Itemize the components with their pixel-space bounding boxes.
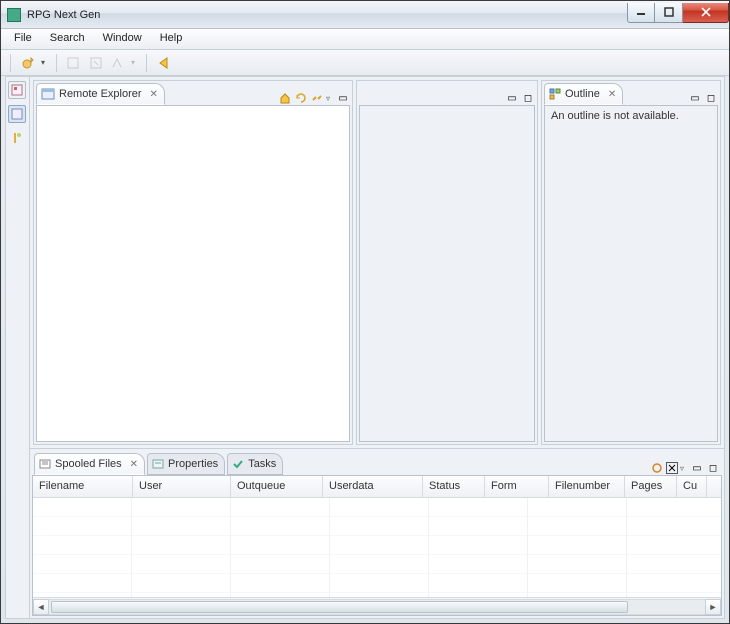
- toolbar: ▾ ▾: [1, 50, 729, 76]
- view-menu-icon[interactable]: ▿: [680, 464, 688, 473]
- maximize-view-icon[interactable]: ◻: [706, 461, 720, 475]
- toolbar-btn-3[interactable]: [87, 54, 105, 72]
- minimize-view-icon[interactable]: ▭: [505, 91, 519, 105]
- titlebar[interactable]: RPG Next Gen: [1, 1, 729, 29]
- stop-icon[interactable]: [666, 462, 678, 474]
- new-button[interactable]: [19, 54, 37, 72]
- editor-area: ▭ ◻: [356, 80, 538, 445]
- column-header-filename[interactable]: Filename: [33, 476, 133, 497]
- minimize-view-icon[interactable]: ▭: [336, 91, 350, 105]
- menubar: File Search Window Help: [1, 29, 729, 50]
- spooled-files-icon: [39, 458, 51, 470]
- remote-explorer-body[interactable]: [36, 105, 350, 442]
- outline-view: Outline ✕ ▭ ◻ An outline is not availabl…: [541, 80, 721, 445]
- view-menu-icon[interactable]: ▿: [326, 94, 334, 103]
- maximize-button[interactable]: [655, 3, 683, 23]
- client-area: Remote Explorer ✕ ▿ ▭: [5, 76, 725, 619]
- scroll-right-icon[interactable]: ►: [705, 599, 721, 615]
- refresh-icon[interactable]: [294, 91, 308, 105]
- bottom-panel: Spooled Files ✕ Properties Tasks ▿: [30, 448, 724, 618]
- menu-help[interactable]: Help: [151, 29, 192, 49]
- home-icon[interactable]: [278, 91, 292, 105]
- close-icon[interactable]: ✕: [130, 459, 138, 470]
- horizontal-scrollbar[interactable]: ◄ ►: [33, 597, 721, 615]
- column-header-user[interactable]: User: [133, 476, 231, 497]
- properties-icon: [152, 458, 164, 470]
- close-icon[interactable]: ✕: [608, 89, 616, 100]
- tab-label: Properties: [168, 458, 218, 470]
- close-icon[interactable]: ✕: [150, 89, 158, 100]
- outline-icon: [549, 88, 561, 100]
- tab-outline[interactable]: Outline ✕: [544, 83, 623, 105]
- menu-search[interactable]: Search: [41, 29, 94, 49]
- toolbar-btn-2[interactable]: [65, 54, 83, 72]
- tab-properties[interactable]: Properties: [147, 453, 225, 475]
- column-header-outqueue[interactable]: Outqueue: [231, 476, 323, 497]
- new-dropdown[interactable]: ▾: [41, 58, 49, 67]
- tab-label: Spooled Files: [55, 458, 122, 470]
- close-button[interactable]: [683, 3, 729, 23]
- tab-spooled-files[interactable]: Spooled Files ✕: [34, 453, 145, 475]
- toolbar-dropdown-4[interactable]: ▾: [131, 58, 139, 67]
- table-body[interactable]: [33, 498, 721, 597]
- maximize-view-icon[interactable]: ◻: [704, 91, 718, 105]
- scroll-thumb[interactable]: [51, 601, 628, 613]
- minimize-button[interactable]: [627, 3, 655, 23]
- toolbar-btn-4[interactable]: [109, 54, 127, 72]
- spooled-files-table: FilenameUserOutqueueUserdataStatusFormFi…: [32, 475, 722, 616]
- scroll-left-icon[interactable]: ◄: [33, 599, 49, 615]
- app-window: RPG Next Gen File Search Window Help ▾: [0, 0, 730, 624]
- strip-btn-1[interactable]: [8, 81, 26, 99]
- sync-icon[interactable]: [650, 461, 664, 475]
- column-header-filenumber[interactable]: Filenumber: [549, 476, 625, 497]
- tab-label: Remote Explorer: [59, 88, 142, 100]
- outline-empty-text: An outline is not available.: [551, 110, 679, 122]
- column-header-userdata[interactable]: Userdata: [323, 476, 423, 497]
- remote-explorer-view: Remote Explorer ✕ ▿ ▭: [33, 80, 353, 445]
- column-header-form[interactable]: Form: [485, 476, 549, 497]
- strip-btn-3[interactable]: [8, 129, 26, 147]
- table-header: FilenameUserOutqueueUserdataStatusFormFi…: [33, 476, 721, 498]
- back-button[interactable]: [155, 54, 173, 72]
- app-icon: [7, 8, 21, 22]
- column-header-cu[interactable]: Cu: [677, 476, 707, 497]
- tab-remote-explorer[interactable]: Remote Explorer ✕: [36, 83, 165, 105]
- tab-label: Tasks: [248, 458, 276, 470]
- link-icon[interactable]: [310, 91, 324, 105]
- maximize-view-icon[interactable]: ◻: [521, 91, 535, 105]
- editor-body[interactable]: [359, 105, 535, 442]
- column-header-pages[interactable]: Pages: [625, 476, 677, 497]
- menu-window[interactable]: Window: [94, 29, 151, 49]
- tasks-icon: [232, 458, 244, 470]
- minimize-view-icon[interactable]: ▭: [690, 461, 704, 475]
- minimize-view-icon[interactable]: ▭: [688, 91, 702, 105]
- column-header-status[interactable]: Status: [423, 476, 485, 497]
- strip-btn-2[interactable]: [8, 105, 26, 123]
- tab-label: Outline: [565, 88, 600, 100]
- outline-body: An outline is not available.: [544, 105, 718, 442]
- tab-tasks[interactable]: Tasks: [227, 453, 283, 475]
- remote-explorer-icon: [41, 87, 55, 101]
- left-tool-strip: [6, 77, 30, 618]
- menu-file[interactable]: File: [5, 29, 41, 49]
- window-title: RPG Next Gen: [27, 9, 627, 21]
